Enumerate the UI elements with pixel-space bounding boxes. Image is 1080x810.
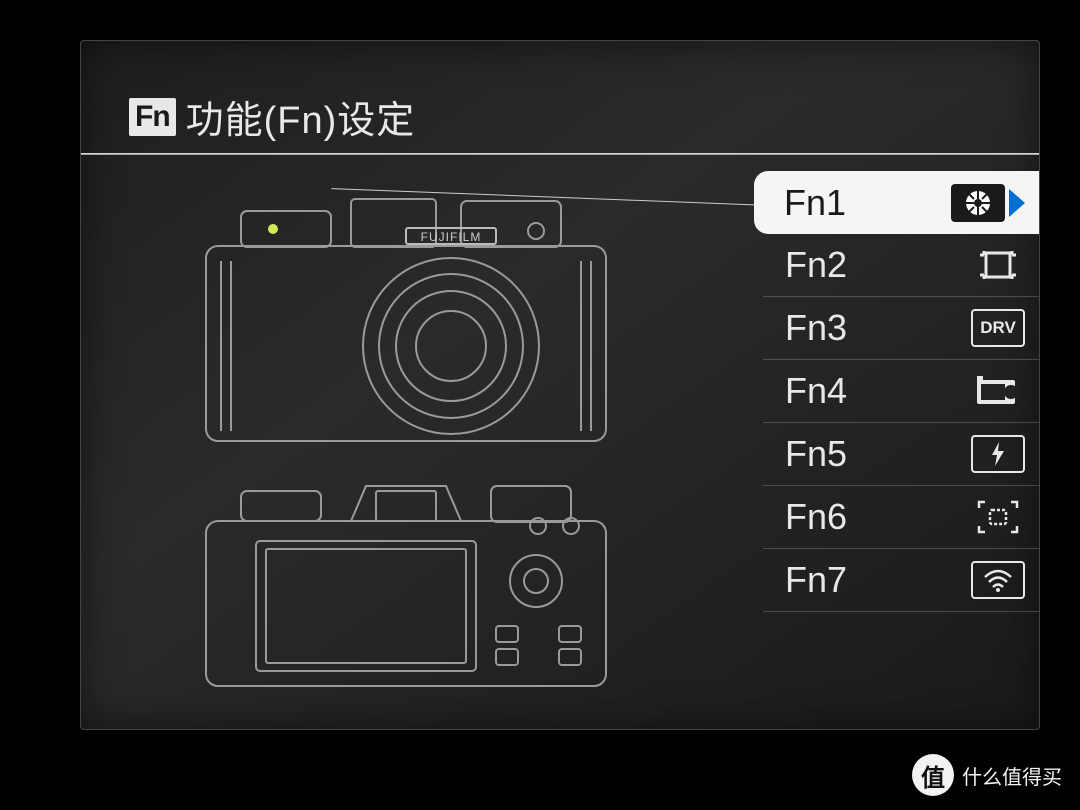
brand-label: FUJIFILM: [421, 230, 482, 244]
fn-item-label: Fn3: [785, 307, 847, 349]
af-area-icon: [971, 246, 1025, 284]
fn-item-label: Fn1: [784, 182, 846, 224]
camera-illustration: FUJIFILM: [151, 171, 691, 701]
fn-item-4[interactable]: Fn4: [763, 360, 1039, 423]
fn-item-label: Fn5: [785, 433, 847, 475]
fn-item-label: Fn2: [785, 244, 847, 286]
fn-item-label: Fn7: [785, 559, 847, 601]
watermark-text: 什么值得买: [962, 761, 1062, 790]
watermark: 值 什么值得买: [912, 754, 1062, 796]
fn-item-label: Fn4: [785, 370, 847, 412]
fn-item-5[interactable]: Fn5: [763, 423, 1039, 486]
fn-item-7[interactable]: Fn7: [763, 549, 1039, 612]
fn-item-2[interactable]: Fn2: [763, 234, 1039, 297]
fn-badge-icon: Fn: [129, 98, 176, 136]
chevron-right-icon: [1009, 189, 1025, 217]
watermark-logo-icon: 值: [912, 754, 954, 796]
fn-item-3[interactable]: Fn3 DRV: [763, 297, 1039, 360]
menu-header: Fn 功能(Fn)设定: [129, 89, 415, 144]
flash-icon: [971, 435, 1025, 473]
film-icon: [971, 372, 1025, 410]
camera-menu-screen: Fn 功能(Fn)设定: [80, 40, 1040, 730]
drv-icon: DRV: [971, 309, 1025, 347]
focus-peak-icon: [971, 498, 1025, 536]
aperture-icon: [951, 184, 1005, 222]
header-divider: [81, 153, 1039, 155]
fn-button-list: Fn1 Fn2 Fn3 DRV Fn4 Fn5: [754, 171, 1039, 612]
page-title: 功能(Fn)设定: [186, 89, 416, 144]
fn-item-6[interactable]: Fn6: [763, 486, 1039, 549]
fn-item-1[interactable]: Fn1: [754, 171, 1039, 234]
fn-item-label: Fn6: [785, 496, 847, 538]
wifi-icon: [971, 561, 1025, 599]
